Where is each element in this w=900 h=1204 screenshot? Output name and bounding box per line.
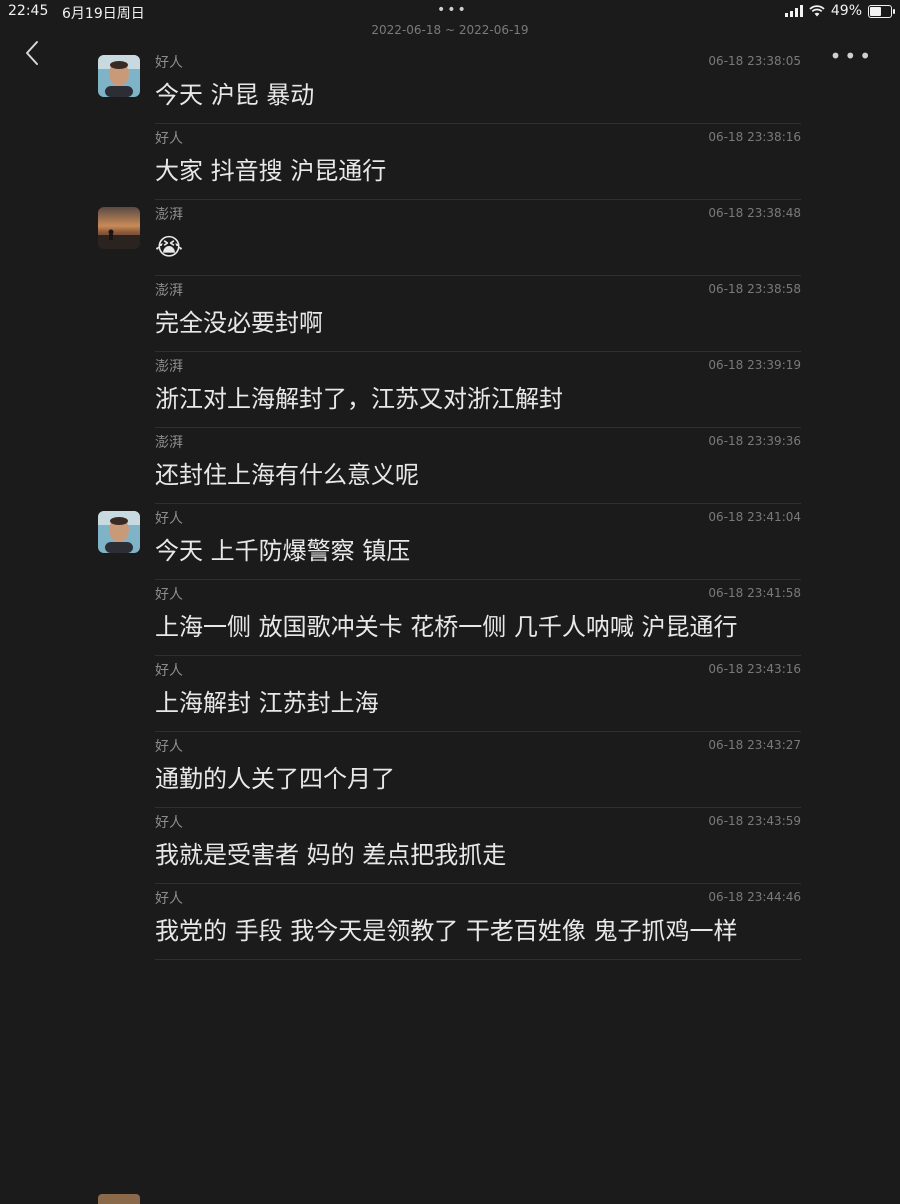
avatar[interactable]: [98, 511, 140, 553]
cellular-signal-icon: [784, 5, 803, 17]
message-item[interactable]: 好人 06-18 23:41:58 上海一侧 放国歌冲关卡 花桥一侧 几千人呐喊 沪…: [155, 580, 801, 656]
message-timestamp: 06-18 23:41:58: [708, 586, 801, 600]
message-item[interactable]: 好人 06-18 23:43:16 上海解封 江苏封上海: [155, 656, 801, 732]
status-time: 22:45: [8, 3, 49, 19]
status-indicators: 49%: [784, 3, 895, 19]
message-text: 上海解封 江苏封上海: [155, 689, 379, 717]
sender-name: 好人: [155, 815, 183, 831]
sender-name: 澎湃: [155, 359, 183, 375]
avatar[interactable]: [98, 55, 140, 97]
sender-name: 好人: [155, 55, 183, 71]
message-text: 完全没必要封啊: [155, 309, 323, 337]
message-item[interactable]: 好人 06-18 23:44:46 我党的 手段 我今天是领教了 干老百姓像 鬼子抓…: [155, 884, 801, 960]
sender-name: 好人: [155, 663, 183, 679]
message-item[interactable]: 好人 06-18 23:41:04 今天 上千防爆警察 镇压: [98, 504, 801, 580]
message-text: 我就是受害者 妈的 差点把我抓走: [155, 841, 507, 869]
battery-percent: 49%: [830, 3, 862, 19]
wifi-icon: [809, 5, 825, 17]
message-list: 好人 06-18 23:38:05 今天 沪昆 暴动 好人 06-18 23:38:16…: [0, 48, 900, 960]
message-item[interactable]: 澎湃 06-18 23:39:19 浙江对上海解封了，江苏又对浙江解封: [155, 352, 801, 428]
message-timestamp: 06-18 23:38:16: [708, 130, 801, 144]
message-text: 通勤的人关了四个月了: [155, 765, 395, 793]
message-timestamp: 06-18 23:39:36: [708, 434, 801, 448]
sender-name: 好人: [155, 131, 183, 147]
battery-icon: [868, 4, 895, 18]
avatar: [98, 1194, 140, 1204]
message-timestamp: 06-18 23:43:59: [708, 814, 801, 828]
message-timestamp: 06-18 23:39:19: [708, 358, 801, 372]
message-text: 还封住上海有什么意义呢: [155, 461, 419, 489]
message-item[interactable]: 好人 06-18 23:43:59 我就是受害者 妈的 差点把我抓走: [155, 808, 801, 884]
sender-name: 澎湃: [155, 283, 183, 299]
sender-name: 好人: [155, 587, 183, 603]
multitasking-dots-icon[interactable]: •••: [437, 2, 468, 18]
message-text: 大家 抖音搜 沪昆通行: [155, 157, 387, 185]
message-text: 浙江对上海解封了，江苏又对浙江解封: [155, 385, 563, 413]
message-item[interactable]: 好人 06-18 23:43:27 通勤的人关了四个月了: [155, 732, 801, 808]
message-text: 我党的 手段 我今天是领教了 干老百姓像 鬼子抓鸡一样: [155, 917, 738, 945]
message-timestamp: 06-18 23:38:48: [708, 206, 801, 220]
sender-name: 澎湃: [155, 207, 183, 223]
message-item[interactable]: 好人 06-18 23:38:05 今天 沪昆 暴动: [98, 48, 801, 124]
status-date: 6月19日周日: [62, 6, 145, 22]
message-item[interactable]: 澎湃 06-18 23:38:58 完全没必要封啊: [155, 276, 801, 352]
sender-name: 好人: [155, 739, 183, 755]
message-timestamp: 06-18 23:38:58: [708, 282, 801, 296]
message-text: 上海一侧 放国歌冲关卡 花桥一侧 几千人呐喊 沪昆通行: [155, 613, 738, 641]
message-timestamp: 06-18 23:43:16: [708, 662, 801, 676]
message-text: 今天 沪昆 暴动: [155, 81, 315, 109]
message-text: 今天 上千防爆警察 镇压: [155, 537, 411, 565]
sender-name: 好人: [155, 891, 183, 907]
sender-name: 澎湃: [155, 435, 183, 451]
message-item[interactable]: 澎湃 06-18 23:38:48 😭: [98, 200, 801, 276]
message-timestamp: 06-18 23:44:46: [708, 890, 801, 904]
message-timestamp: 06-18 23:38:05: [708, 54, 801, 68]
sender-name: 好人: [155, 511, 183, 527]
avatar[interactable]: [98, 207, 140, 249]
message-timestamp: 06-18 23:43:27: [708, 738, 801, 752]
message-text: 😭: [155, 233, 184, 261]
message-timestamp: 06-18 23:41:04: [708, 510, 801, 524]
message-item[interactable]: 好人 06-18 23:38:16 大家 抖音搜 沪昆通行: [155, 124, 801, 200]
message-item[interactable]: 澎湃 06-18 23:39:36 还封住上海有什么意义呢: [155, 428, 801, 504]
chat-date-range: 2022-06-18 ~ 2022-06-19: [371, 23, 529, 37]
